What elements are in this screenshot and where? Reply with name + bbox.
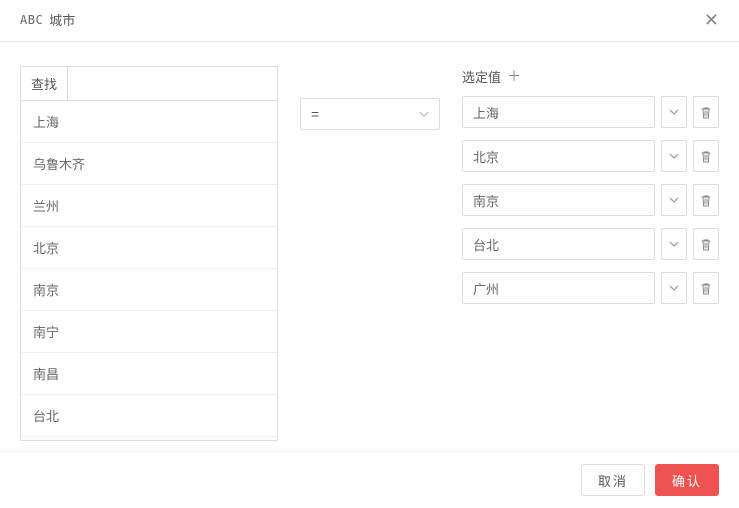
list-item[interactable]: 合肥 [21, 437, 277, 441]
selected-header-label: 选定值 [462, 67, 501, 86]
trash-icon[interactable] [693, 140, 719, 172]
selected-value-chip[interactable]: 上海 [462, 96, 655, 128]
close-icon[interactable]: ✕ [704, 11, 719, 29]
selected-row: 台北 [462, 228, 719, 260]
plus-icon[interactable]: ＋ [507, 66, 521, 86]
selected-value-chip[interactable]: 南京 [462, 184, 655, 216]
dialog-footer: 取消 确认 [0, 451, 739, 508]
list-item[interactable]: 兰州 [21, 185, 277, 227]
filter-dialog: ABC 城市 ✕ 查找 上海乌鲁木齐兰州北京南京南宁南昌台北合肥 = [0, 0, 739, 508]
field-name-label: 城市 [49, 10, 75, 29]
selected-row: 南京 [462, 184, 719, 216]
search-input[interactable] [68, 67, 277, 100]
selected-list: 上海北京南京台北广州 [462, 96, 719, 304]
list-item[interactable]: 上海 [21, 101, 277, 143]
list-item[interactable]: 南宁 [21, 311, 277, 353]
chevron-down-icon[interactable] [661, 140, 687, 172]
list-item[interactable]: 台北 [21, 395, 277, 437]
operator-panel: = [300, 66, 440, 441]
chevron-down-icon [419, 108, 429, 120]
selected-value-chip[interactable]: 北京 [462, 140, 655, 172]
selected-row: 北京 [462, 140, 719, 172]
list-item[interactable]: 乌鲁木齐 [21, 143, 277, 185]
trash-icon[interactable] [693, 272, 719, 304]
trash-icon[interactable] [693, 184, 719, 216]
list-item[interactable]: 南昌 [21, 353, 277, 395]
operator-select[interactable]: = [300, 98, 440, 130]
dialog-title: ABC 城市 [20, 10, 75, 29]
confirm-button[interactable]: 确认 [655, 464, 719, 496]
selected-row: 上海 [462, 96, 719, 128]
search-row: 查找 [20, 66, 278, 100]
field-type-label: ABC [20, 13, 43, 27]
cancel-button[interactable]: 取消 [581, 464, 645, 496]
operator-value: = [311, 106, 319, 122]
selected-value-chip[interactable]: 台北 [462, 228, 655, 260]
city-list[interactable]: 上海乌鲁木齐兰州北京南京南宁南昌台北合肥 [20, 100, 278, 441]
selected-header: 选定值 ＋ [462, 66, 719, 86]
dialog-body: 查找 上海乌鲁木齐兰州北京南京南宁南昌台北合肥 = 选定值 ＋ 上海北京南京台北… [0, 42, 739, 451]
chevron-down-icon[interactable] [661, 272, 687, 304]
selected-values-panel: 选定值 ＋ 上海北京南京台北广州 [462, 66, 719, 441]
chevron-down-icon[interactable] [661, 228, 687, 260]
selected-value-chip[interactable]: 广州 [462, 272, 655, 304]
chevron-down-icon[interactable] [661, 184, 687, 216]
trash-icon[interactable] [693, 96, 719, 128]
list-item[interactable]: 南京 [21, 269, 277, 311]
dialog-header: ABC 城市 ✕ [0, 0, 739, 42]
search-label: 查找 [21, 67, 68, 100]
chevron-down-icon[interactable] [661, 96, 687, 128]
list-item[interactable]: 北京 [21, 227, 277, 269]
selected-row: 广州 [462, 272, 719, 304]
available-values-panel: 查找 上海乌鲁木齐兰州北京南京南宁南昌台北合肥 [20, 66, 278, 441]
trash-icon[interactable] [693, 228, 719, 260]
